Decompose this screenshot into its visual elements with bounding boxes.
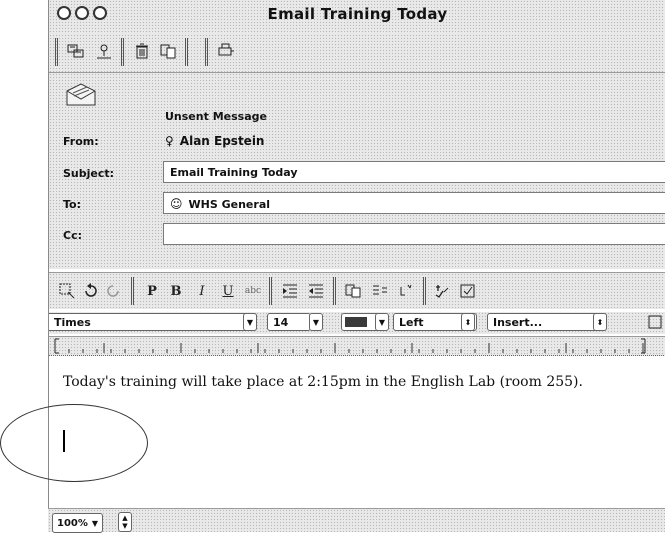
insert-updown-icon[interactable]: ⬍	[593, 313, 607, 331]
subject-field[interactable]: Email Training Today	[163, 161, 665, 183]
toolbar-separator	[185, 38, 188, 66]
subject-label: Subject:	[63, 167, 115, 180]
redo-icon[interactable]	[103, 281, 123, 301]
plain-text-button[interactable]: P	[141, 281, 163, 301]
to-field[interactable]: ☺ WHS General	[163, 192, 665, 214]
toolbar-separator	[205, 38, 208, 66]
zoom-select[interactable]: 100% ▼	[52, 513, 104, 533]
font-select[interactable]: Times	[49, 313, 257, 331]
list-icon[interactable]	[369, 281, 391, 301]
attach-icon[interactable]	[157, 40, 179, 62]
group-icon: ☺	[170, 197, 183, 211]
toolbar-separator	[121, 38, 124, 66]
highlight-ellipse	[0, 404, 148, 482]
size-select[interactable]: 14	[267, 313, 311, 331]
layout-icon[interactable]	[645, 312, 665, 332]
cc-field[interactable]	[163, 223, 665, 245]
message-header: Unsent Message From: ♀ Alan Epstein Subje…	[49, 73, 665, 269]
bold-button[interactable]: B	[165, 281, 187, 301]
from-field[interactable]: ♀ Alan Epstein	[165, 134, 264, 148]
font-value: Times	[54, 315, 91, 329]
chevron-down-icon: ▼	[122, 522, 128, 530]
toolbar-separator	[131, 277, 134, 305]
align-value: Left	[399, 315, 424, 329]
increase-indent-icon[interactable]	[279, 281, 301, 301]
main-toolbar	[49, 34, 665, 73]
to-value: WHS General	[188, 198, 271, 211]
zoom-stepper[interactable]: ▲ ▼	[118, 512, 132, 532]
undo-icon[interactable]	[81, 281, 101, 301]
toolbar-separator	[55, 38, 58, 66]
format-select-row: Times ▼ 14 ▼ ▼ Left ⬍ Insert... ⬍	[49, 312, 665, 334]
person-icon: ♀	[165, 134, 174, 148]
subject-value: Email Training Today	[170, 166, 298, 179]
underline-button[interactable]: U	[217, 281, 239, 301]
send-icon[interactable]	[65, 40, 87, 62]
strikethrough-icon[interactable]: abc	[241, 281, 265, 301]
ruler-ticks	[54, 338, 646, 354]
toolbar-separator	[269, 277, 272, 305]
toolbar-separator	[333, 277, 336, 305]
message-status: Unsent Message	[165, 110, 267, 123]
insert-table-icon[interactable]	[343, 281, 365, 301]
envelope-icon	[63, 81, 99, 109]
font-dropdown-arrow-icon[interactable]: ▼	[243, 313, 257, 331]
align-updown-icon[interactable]: ⬍	[461, 313, 475, 331]
size-value: 14	[273, 315, 289, 329]
color-swatch	[345, 317, 367, 327]
to-label: To:	[63, 198, 81, 211]
print-icon[interactable]	[215, 40, 237, 62]
hyperlink-icon[interactable]	[395, 281, 417, 301]
chevron-down-icon: ▼	[91, 518, 99, 528]
trash-icon[interactable]	[131, 40, 153, 62]
cc-label: Cc:	[63, 229, 82, 242]
insert-value: Insert...	[493, 315, 543, 329]
ruler[interactable]	[49, 336, 665, 356]
from-label: From:	[63, 135, 99, 148]
from-value: Alan Epstein	[179, 134, 265, 148]
message-body[interactable]: Today's training will take place at 2:15…	[63, 374, 583, 390]
spellcheck-icon[interactable]	[431, 281, 453, 301]
decrease-indent-icon[interactable]	[305, 281, 327, 301]
format-toolbar: P B I U abc	[49, 272, 665, 309]
status-bar: 100% ▼ ▲ ▼	[48, 508, 665, 533]
toolbar-separator	[423, 277, 426, 305]
select-icon[interactable]	[57, 281, 77, 301]
insert-select[interactable]: Insert...	[487, 313, 607, 331]
size-dropdown-arrow-icon[interactable]: ▼	[309, 313, 323, 331]
title-bar[interactable]: Email Training Today	[49, 0, 665, 35]
window-title: Email Training Today	[267, 5, 448, 23]
chevron-up-icon: ▲	[122, 514, 128, 522]
address-book-icon[interactable]	[93, 40, 115, 62]
italic-button[interactable]: I	[191, 281, 213, 301]
image-icon[interactable]	[457, 281, 479, 301]
zoom-value: 100%	[57, 517, 88, 529]
color-dropdown-arrow-icon[interactable]: ▼	[375, 313, 389, 331]
